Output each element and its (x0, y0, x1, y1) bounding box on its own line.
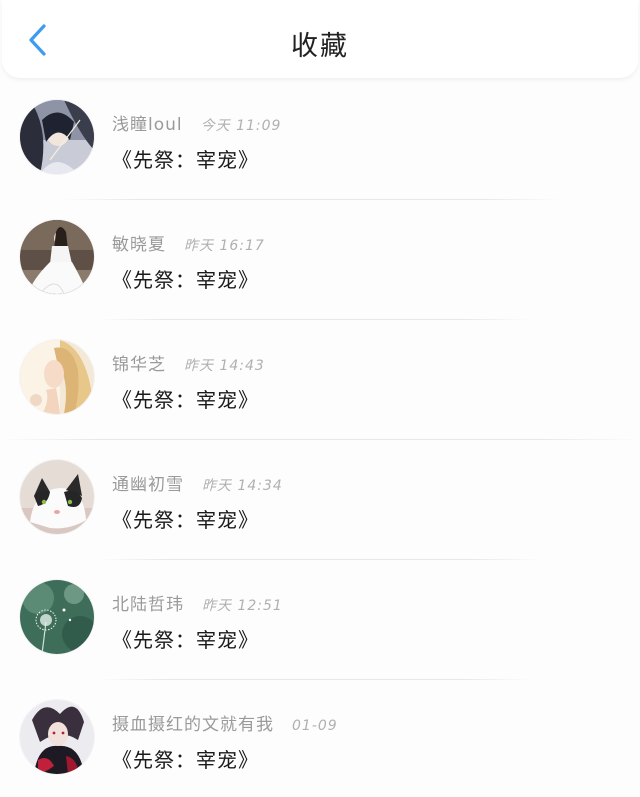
timestamp: 昨天 16:17 (184, 238, 265, 254)
timestamp: 01-09 (292, 718, 338, 734)
favorite-title[interactable]: 《先祭：宰宠》 (112, 744, 259, 773)
timestamp: 今天 11:09 (200, 118, 282, 134)
user-name[interactable]: 敏晓夏 (112, 230, 166, 255)
user-name[interactable]: 北陆哲玮 (112, 590, 184, 615)
favorite-title[interactable]: 《先祭：宰宠》 (112, 264, 259, 293)
list-item[interactable]: 通幽初雪 昨天 14:34 《先祭：宰宠》 (0, 440, 640, 560)
item-meta: 敏晓夏 昨天 16:17 (112, 230, 265, 255)
dandelion-avatar[interactable] (20, 580, 94, 654)
timestamp: 昨天 12:51 (202, 598, 283, 614)
cat-avatar[interactable] (20, 460, 94, 534)
anime-girl-avatar[interactable] (20, 100, 94, 174)
list-item[interactable]: 敏晓夏 昨天 16:17 《先祭：宰宠》 (0, 200, 640, 320)
list-item[interactable]: 浅瞳loul 今天 11:09 《先祭：宰宠》 (0, 80, 640, 200)
list-item[interactable]: 摄血摄红的文就有我 01-09 《先祭：宰宠》 (0, 680, 640, 797)
timestamp: 昨天 14:43 (184, 358, 265, 374)
favorite-title[interactable]: 《先祭：宰宠》 (112, 504, 259, 533)
favorite-title[interactable]: 《先祭：宰宠》 (112, 144, 259, 173)
list-item[interactable]: 北陆哲玮 昨天 12:51 《先祭：宰宠》 (0, 560, 640, 680)
favorites-list: 浅瞳loul 今天 11:09 《先祭：宰宠》 敏晓夏 昨天 16:17 《先祭… (0, 80, 640, 797)
user-name[interactable]: 锦华芝 (112, 350, 166, 375)
timestamp: 昨天 14:34 (202, 478, 283, 494)
blonde-girl-avatar[interactable] (20, 340, 94, 414)
user-name[interactable]: 摄血摄红的文就有我 (112, 710, 274, 735)
item-meta: 摄血摄红的文就有我 01-09 (112, 710, 338, 735)
list-item[interactable]: 锦华芝 昨天 14:43 《先祭：宰宠》 (0, 320, 640, 440)
favorites-page: 收藏 浅瞳loul 今天 11:09 《先祭：宰宠》 敏晓夏 昨天 16:17 … (0, 0, 640, 797)
bride-white-dress-avatar[interactable] (20, 220, 94, 294)
item-meta: 通幽初雪 昨天 14:34 (112, 470, 283, 495)
item-meta: 北陆哲玮 昨天 12:51 (112, 590, 283, 615)
favorite-title[interactable]: 《先祭：宰宠》 (112, 384, 259, 413)
user-name[interactable]: 通幽初雪 (112, 470, 184, 495)
page-title: 收藏 (291, 31, 349, 62)
user-name[interactable]: 浅瞳loul (112, 110, 183, 135)
item-meta: 浅瞳loul 今天 11:09 (112, 110, 282, 135)
item-meta: 锦华芝 昨天 14:43 (112, 350, 265, 375)
anime-character-avatar[interactable] (20, 700, 94, 774)
header-bar: 收藏 (2, 0, 638, 78)
favorite-title[interactable]: 《先祭：宰宠》 (112, 624, 259, 653)
